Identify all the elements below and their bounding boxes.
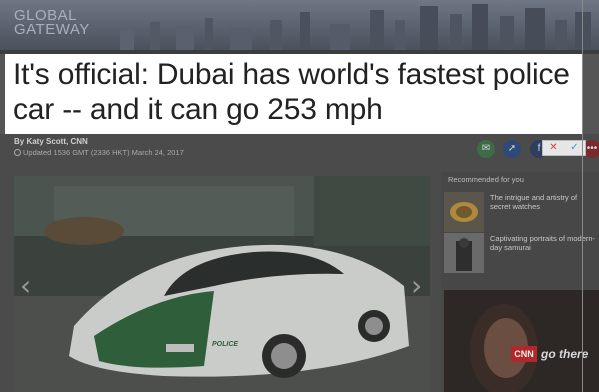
- police-car-photo: POLICE: [14, 176, 430, 392]
- selection-toolbar: ✕ ✓: [542, 140, 586, 156]
- video-still: [444, 290, 599, 392]
- cnn-logo: CNN: [511, 346, 537, 362]
- byline-updated: Updated 1536 GMT (2336 HKT) March 24, 20…: [14, 148, 184, 158]
- article-headline: It's official: Dubai has world's fastest…: [13, 58, 570, 126]
- skyline-graphic: [120, 4, 591, 50]
- site-brand[interactable]: GLOBAL GATEWAY: [14, 8, 90, 38]
- recommended-heading: Recommended for you: [448, 175, 524, 184]
- browser-viewport: GLOBAL GATEWAY It's official: Dubai has …: [0, 0, 599, 392]
- email-icon: ✉: [481, 143, 491, 154]
- messenger-icon: ➚: [507, 143, 517, 154]
- headline-highlight: It's official: Dubai has world's fastest…: [5, 54, 582, 134]
- byline-author: By Katy Scott, CNN: [14, 137, 88, 146]
- brand-line-2: GATEWAY: [14, 21, 90, 38]
- next-slide-button[interactable]: ›: [411, 272, 422, 300]
- site-banner: GLOBAL GATEWAY: [0, 0, 599, 50]
- email-share-button[interactable]: ✉: [477, 140, 495, 158]
- car-police-label: POLICE: [212, 341, 238, 348]
- clock-icon: [14, 149, 21, 156]
- updated-text: Updated 1536 GMT (2336 HKT) March 24, 20…: [23, 148, 184, 157]
- hero-image[interactable]: POLICE: [14, 176, 430, 392]
- samurai-thumbnail: [444, 233, 484, 273]
- video-ad[interactable]: [444, 290, 599, 392]
- recommended-item[interactable]: Captivating portraits of modern-day samu…: [444, 233, 599, 273]
- selection-edge: [582, 0, 583, 392]
- prev-slide-button[interactable]: ‹: [20, 272, 31, 300]
- reject-button[interactable]: ✕: [543, 141, 564, 155]
- recommended-item-title: The intrigue and artistry of secret watc…: [490, 193, 578, 211]
- watch-thumbnail: [444, 192, 484, 232]
- recommended-item-title: Captivating portraits of modern-day samu…: [490, 234, 596, 252]
- messenger-share-button[interactable]: ➚: [503, 140, 521, 158]
- recommended-item[interactable]: The intrigue and artistry of secret watc…: [444, 192, 599, 232]
